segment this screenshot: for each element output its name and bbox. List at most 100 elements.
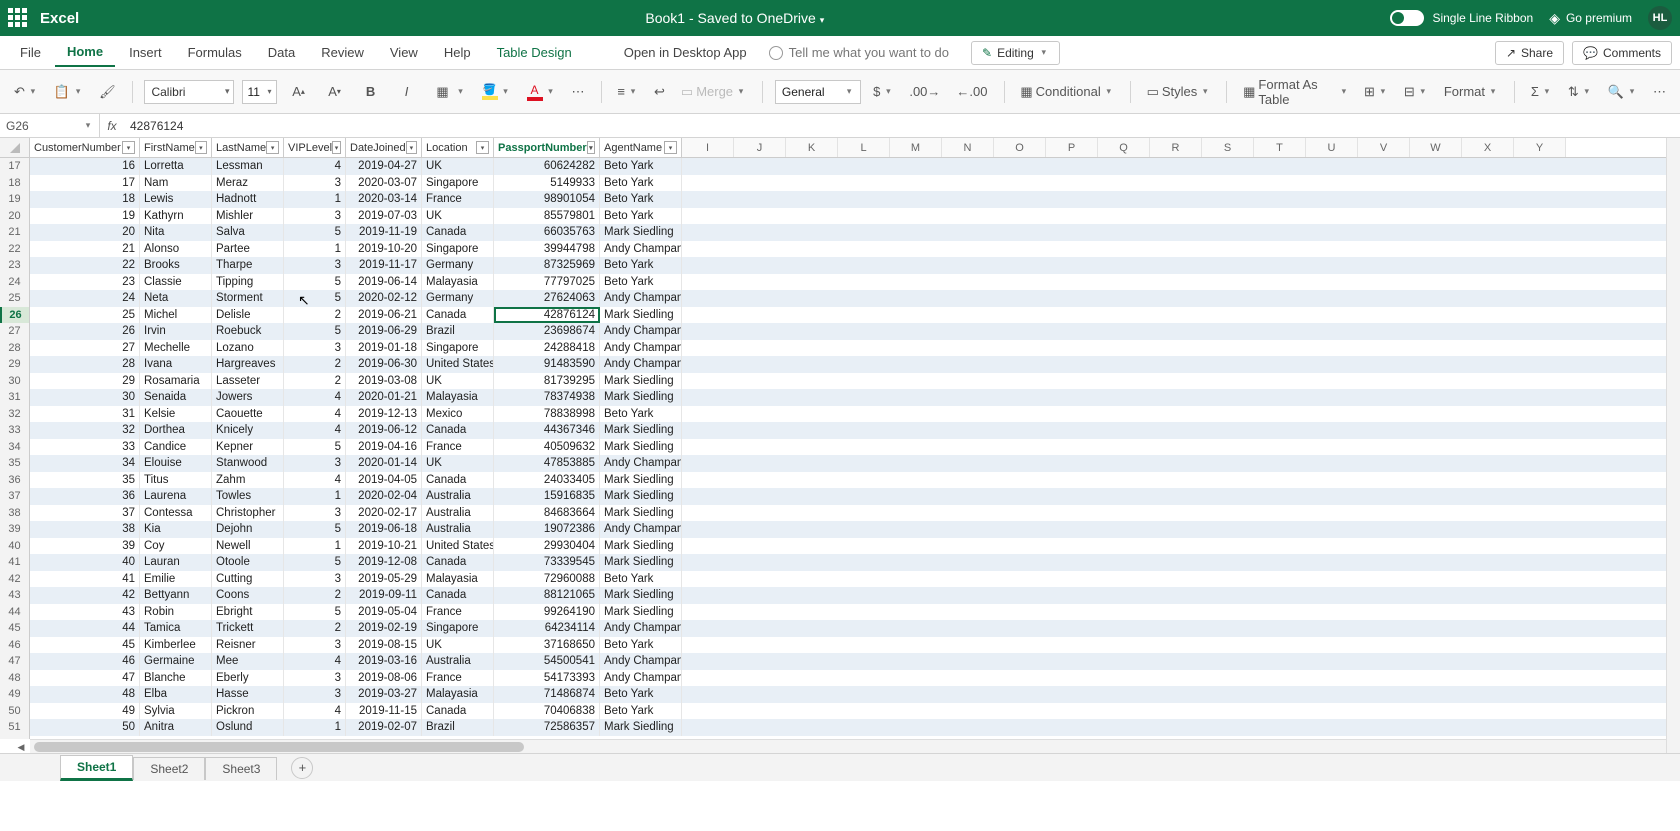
borders-button[interactable]: ▦▾ — [429, 79, 470, 105]
column-header[interactable]: Location▾ — [422, 138, 494, 157]
cell[interactable]: 1 — [284, 241, 346, 258]
cell[interactable]: 15916835 — [494, 488, 600, 505]
column-letter[interactable]: N — [942, 138, 994, 157]
table-row[interactable]: 5150AnitraOslund12019-02-07Brazil7258635… — [0, 719, 1680, 736]
cell[interactable]: 4 — [284, 158, 346, 175]
table-row[interactable]: 2827MechelleLozano32019-01-18Singapore24… — [0, 340, 1680, 357]
sheet-tab[interactable]: Sheet1 — [60, 755, 133, 781]
cell[interactable]: Mark Siedling — [600, 554, 682, 571]
filter-icon[interactable]: ▾ — [476, 141, 489, 154]
cell[interactable]: 2019-05-29 — [346, 571, 422, 588]
cell[interactable]: 2019-06-21 — [346, 307, 422, 324]
cell[interactable] — [682, 505, 1680, 522]
cell[interactable]: 2019-06-29 — [346, 323, 422, 340]
cell[interactable]: Nam — [140, 175, 212, 192]
cell[interactable]: Michel — [140, 307, 212, 324]
cell[interactable]: France — [422, 670, 494, 687]
cell[interactable]: 2019-04-16 — [346, 439, 422, 456]
column-letter[interactable]: M — [890, 138, 942, 157]
cell[interactable]: 2019-12-13 — [346, 406, 422, 423]
cell[interactable]: Malayasia — [422, 274, 494, 291]
column-letter[interactable]: L — [838, 138, 890, 157]
cell[interactable]: Ivana — [140, 356, 212, 373]
tab-file[interactable]: File — [8, 39, 53, 66]
cell[interactable]: 23 — [30, 274, 140, 291]
cell[interactable]: Towles — [212, 488, 284, 505]
table-row[interactable]: 2928IvanaHargreaves22019-06-30United Sta… — [0, 356, 1680, 373]
wrap-text-button[interactable]: ↩ — [650, 81, 669, 103]
tab-data[interactable]: Data — [256, 39, 307, 66]
scroll-left-icon[interactable]: ◀ — [14, 740, 28, 753]
font-size-select[interactable]: 11▾ — [242, 80, 276, 104]
cell[interactable]: 29930404 — [494, 538, 600, 555]
cell[interactable]: 2019-04-05 — [346, 472, 422, 489]
cell[interactable]: Malayasia — [422, 686, 494, 703]
cell[interactable]: 1 — [284, 191, 346, 208]
cell[interactable]: Mark Siedling — [600, 538, 682, 555]
cell[interactable] — [682, 257, 1680, 274]
table-row[interactable]: 3029RosamariaLasseter22019-03-08UK817392… — [0, 373, 1680, 390]
single-line-ribbon-toggle[interactable]: Single Line Ribbon — [1390, 10, 1533, 26]
cell[interactable]: 5149933 — [494, 175, 600, 192]
table-row[interactable]: 2524NetaStorment52020-02-12Germany276240… — [0, 290, 1680, 307]
cell[interactable]: 3 — [284, 637, 346, 654]
row-number[interactable]: 23 — [0, 257, 30, 274]
row-number[interactable]: 26 — [0, 307, 30, 324]
table-row[interactable]: 2322BrooksTharpe32019-11-17Germany873259… — [0, 257, 1680, 274]
filter-icon[interactable]: ▾ — [332, 141, 341, 154]
cell[interactable]: Singapore — [422, 175, 494, 192]
cell[interactable]: Titus — [140, 472, 212, 489]
cell[interactable]: Mechelle — [140, 340, 212, 357]
cell[interactable]: Canada — [422, 422, 494, 439]
cell[interactable]: Blanche — [140, 670, 212, 687]
table-row[interactable]: 3130SenaidaJowers42020-01-21Malayasia783… — [0, 389, 1680, 406]
table-row[interactable]: 1918LewisHadnott12020-03-14France9890105… — [0, 191, 1680, 208]
cell[interactable]: 44 — [30, 620, 140, 637]
column-letter[interactable]: T — [1254, 138, 1306, 157]
cell[interactable] — [682, 455, 1680, 472]
cell[interactable]: Germaine — [140, 653, 212, 670]
cell[interactable]: UK — [422, 208, 494, 225]
paste-button[interactable]: 📋▾ — [50, 81, 87, 103]
cell[interactable]: 2020-02-12 — [346, 290, 422, 307]
cell[interactable]: 2019-08-15 — [346, 637, 422, 654]
cell[interactable]: 27624063 — [494, 290, 600, 307]
row-number[interactable]: 24 — [0, 274, 30, 291]
cell[interactable]: 2020-03-14 — [346, 191, 422, 208]
cell[interactable]: 2019-09-11 — [346, 587, 422, 604]
cell[interactable]: 40 — [30, 554, 140, 571]
cell[interactable]: 2019-11-17 — [346, 257, 422, 274]
tab-view[interactable]: View — [378, 39, 430, 66]
cell[interactable]: 54500541 — [494, 653, 600, 670]
cell[interactable] — [682, 389, 1680, 406]
cell[interactable]: 2020-02-17 — [346, 505, 422, 522]
row-number[interactable]: 32 — [0, 406, 30, 423]
cell[interactable]: Delisle — [212, 307, 284, 324]
cell[interactable]: Brooks — [140, 257, 212, 274]
cell[interactable]: 17 — [30, 175, 140, 192]
cell[interactable]: UK — [422, 158, 494, 175]
column-letter[interactable]: O — [994, 138, 1046, 157]
row-number[interactable]: 39 — [0, 521, 30, 538]
row-number[interactable]: 18 — [0, 175, 30, 192]
go-premium-button[interactable]: ◈ Go premium — [1549, 10, 1632, 27]
column-header[interactable]: VIPLevel▾ — [284, 138, 346, 157]
column-letter[interactable]: V — [1358, 138, 1410, 157]
row-number[interactable]: 43 — [0, 587, 30, 604]
cell[interactable]: 5 — [284, 521, 346, 538]
cell[interactable]: Singapore — [422, 340, 494, 357]
cell[interactable]: Mark Siedling — [600, 307, 682, 324]
grow-font-button[interactable]: A▴ — [285, 79, 313, 105]
cell[interactable]: 40509632 — [494, 439, 600, 456]
select-all-cell[interactable] — [0, 138, 30, 157]
cell[interactable]: 22 — [30, 257, 140, 274]
cell[interactable]: 19 — [30, 208, 140, 225]
cell[interactable] — [682, 604, 1680, 621]
cell[interactable]: Australia — [422, 653, 494, 670]
undo-button[interactable]: ↶▾ — [10, 81, 42, 103]
currency-button[interactable]: $▾ — [869, 81, 897, 102]
tab-insert[interactable]: Insert — [117, 39, 174, 66]
table-row[interactable]: 2423ClassieTipping52019-06-14Malayasia77… — [0, 274, 1680, 291]
filter-icon[interactable]: ▾ — [122, 141, 135, 154]
cell[interactable]: Singapore — [422, 241, 494, 258]
